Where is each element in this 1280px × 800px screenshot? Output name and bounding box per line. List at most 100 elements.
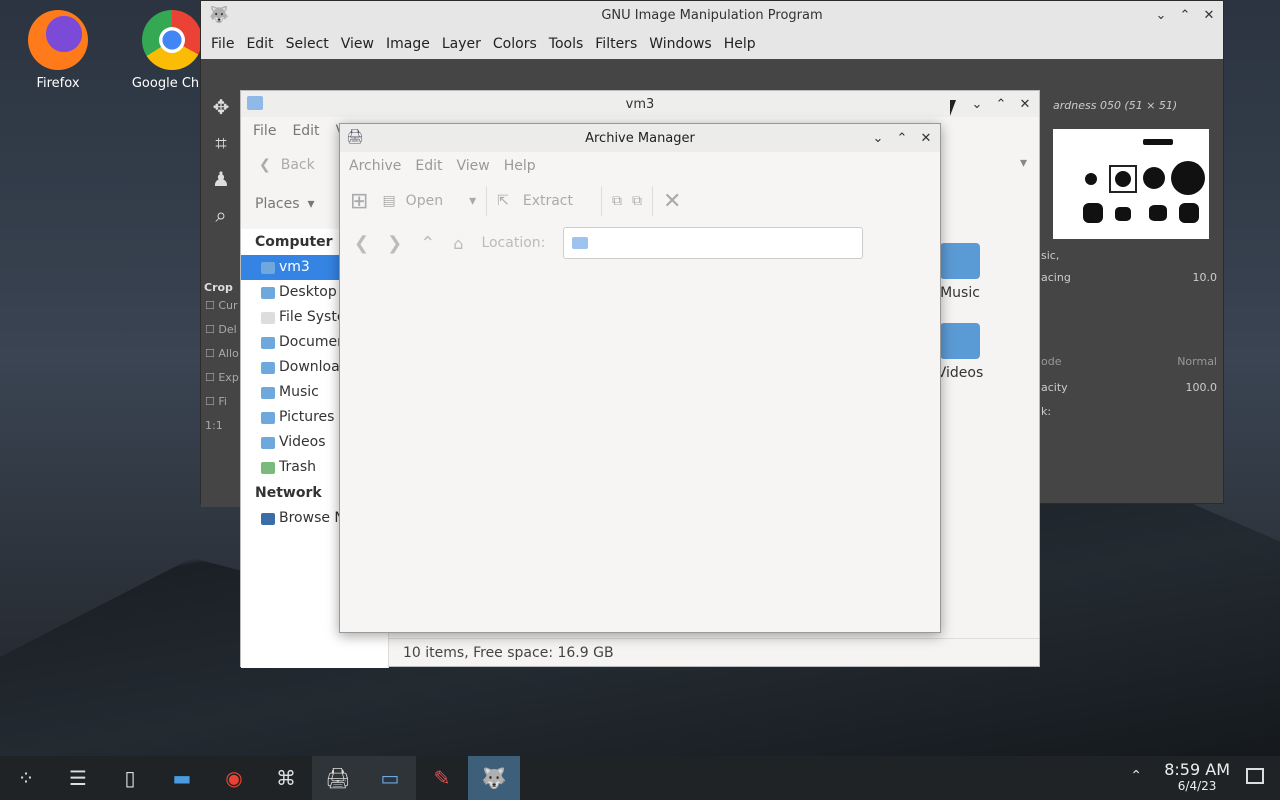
tool-option-label: Exp: [218, 371, 239, 384]
archive-manager-window: 🖨 Archive Manager ⌄ ⌃ ✕ Archive Edit Vie…: [339, 123, 941, 633]
archive-titlebar[interactable]: 🖨 Archive Manager ⌄ ⌃ ✕: [340, 124, 940, 152]
window-manager-icon[interactable]: ⌘: [260, 756, 312, 800]
minimize-icon[interactable]: ⌄: [1153, 8, 1169, 23]
network-icon: [261, 512, 275, 525]
chrome-icon[interactable]: ◉: [208, 756, 260, 800]
videos-folder-icon: [261, 436, 275, 449]
tool-option-label: Allo: [218, 347, 239, 360]
tool-option-3[interactable]: ☐ Allo: [205, 342, 241, 366]
brush-grid[interactable]: [1053, 129, 1209, 239]
chevron-up-icon[interactable]: ⌃: [1130, 768, 1142, 784]
menu-edit[interactable]: Edit: [408, 158, 449, 174]
location-input[interactable]: [563, 227, 864, 259]
menu-windows[interactable]: Windows: [643, 36, 718, 52]
menu-help[interactable]: Help: [718, 36, 762, 52]
brush-preset[interactable]: sic,: [1041, 249, 1059, 262]
aspect-ratio[interactable]: 1:1: [205, 414, 241, 438]
tool-option-2[interactable]: ☐ Del: [205, 318, 241, 342]
location-label: Location:: [481, 235, 546, 251]
clock[interactable]: 8:59 AM 6/4/23: [1164, 760, 1230, 793]
extract-button[interactable]: ⇱ Extract: [497, 193, 573, 209]
delete-icon[interactable]: ✕: [663, 189, 681, 214]
menu-edit[interactable]: Edit: [240, 36, 279, 52]
move-tool-icon[interactable]: ✥: [205, 91, 237, 123]
taskbar: ⁘ ☰ ▯ ▬ ◉ ⌘ 🖨 ▭ ✎ 🐺 ⌃ 8:59 AM 6/4/23: [0, 756, 1280, 800]
up-icon[interactable]: ⌃: [420, 233, 435, 254]
desktop-icon-firefox[interactable]: Firefox: [8, 10, 108, 91]
menu-help[interactable]: Help: [497, 158, 543, 174]
desktop-icon-label: Firefox: [36, 76, 80, 91]
chevron-down-icon[interactable]: ▾: [469, 193, 476, 209]
close-icon[interactable]: ✕: [1017, 97, 1033, 112]
menu-archive[interactable]: Archive: [342, 158, 408, 174]
gimp-icon: 🐺: [209, 5, 229, 24]
tool-option-4[interactable]: ☐ Exp: [205, 366, 241, 390]
gimp-titlebar[interactable]: 🐺 GNU Image Manipulation Program ⌄ ⌃ ✕: [201, 1, 1223, 29]
chevron-down-icon[interactable]: ▾: [1020, 155, 1027, 171]
archive-toolbar: ⊞ ▤ Open ▾ ⇱ Extract ⧉ ⧉ ✕: [340, 180, 940, 222]
add-folder-icon[interactable]: ⧉: [632, 193, 642, 209]
app-launcher-icon[interactable]: ⁘: [0, 756, 52, 800]
maximize-icon[interactable]: ⌃: [1177, 8, 1193, 23]
menu-image[interactable]: Image: [380, 36, 436, 52]
open-button[interactable]: ▤ Open ▾: [378, 193, 476, 209]
text-editor-icon[interactable]: ▯: [104, 756, 156, 800]
tool-option-label: Cur: [218, 299, 238, 312]
menu-tools[interactable]: Tools: [543, 36, 590, 52]
opacity-value[interactable]: 100.0: [1186, 381, 1218, 394]
menu-colors[interactable]: Colors: [487, 36, 543, 52]
menu-view[interactable]: View: [450, 158, 497, 174]
maximize-icon[interactable]: ⌃: [993, 97, 1009, 112]
forward-icon[interactable]: ❯: [387, 233, 402, 254]
documents-folder-icon: [261, 336, 275, 349]
tool-option-1[interactable]: ☐ Cur: [205, 294, 241, 318]
mouse-cursor: [950, 100, 956, 116]
add-files-icon[interactable]: ⧉: [612, 193, 622, 209]
maximize-icon[interactable]: ⌃: [894, 131, 910, 146]
drive-icon: [261, 311, 275, 324]
menu-file[interactable]: File: [205, 36, 240, 52]
gimp-toolbox: ✥ ⌗ ♟ ⌕ Crop ☐ Cur ☐ Del ☐ Allo ☐ Exp ☐ …: [201, 87, 241, 507]
sidebar-item-label: Documen: [279, 334, 347, 350]
home-icon[interactable]: ⌂: [453, 234, 463, 253]
close-icon[interactable]: ✕: [918, 131, 934, 146]
new-archive-icon[interactable]: ⊞: [350, 189, 368, 214]
archive-manager-icon[interactable]: 🖨: [312, 756, 364, 800]
files-titlebar[interactable]: vm3 ⌄ ⌃ ✕: [241, 91, 1039, 117]
downloads-folder-icon: [261, 361, 275, 374]
menu-edit[interactable]: Edit: [284, 123, 327, 139]
minimize-icon[interactable]: ⌄: [870, 131, 886, 146]
minimize-icon[interactable]: ⌄: [969, 97, 985, 112]
chevron-down-icon[interactable]: ▾: [308, 196, 315, 212]
zoom-tool-icon[interactable]: ⌕: [205, 199, 237, 231]
document-viewer-icon[interactable]: ✎: [416, 756, 468, 800]
menu-select[interactable]: Select: [280, 36, 335, 52]
layer-mode-select[interactable]: Normal: [1177, 355, 1217, 368]
menu-view[interactable]: View: [335, 36, 380, 52]
settings-icon[interactable]: ☰: [52, 756, 104, 800]
files-icon[interactable]: ▭: [364, 756, 416, 800]
window-title: vm3: [625, 96, 655, 112]
menu-file[interactable]: File: [245, 123, 284, 139]
menu-layer[interactable]: Layer: [436, 36, 487, 52]
tool-options-title: Crop: [204, 281, 233, 294]
archive-location-bar: ❮ ❯ ⌃ ⌂ Location:: [340, 222, 940, 264]
clone-tool-icon[interactable]: ♟: [205, 163, 237, 195]
back-icon[interactable]: ❮: [259, 157, 271, 173]
sidebar-item-label: Pictures: [279, 409, 335, 425]
pictures-folder-icon: [261, 411, 275, 424]
show-desktop-icon[interactable]: [1246, 768, 1264, 784]
file-manager-icon[interactable]: ▬: [156, 756, 208, 800]
back-icon[interactable]: ❮: [354, 233, 369, 254]
spacing-value[interactable]: 10.0: [1193, 271, 1218, 284]
window-title: Archive Manager: [585, 130, 695, 146]
tool-option-5[interactable]: ☐ Fi: [205, 390, 241, 414]
menu-filters[interactable]: Filters: [589, 36, 643, 52]
close-icon[interactable]: ✕: [1201, 8, 1217, 23]
opacity-label: acity: [1041, 381, 1068, 394]
music-folder-icon: [940, 243, 980, 279]
places-dropdown[interactable]: Places: [255, 196, 300, 212]
crop-tool-icon[interactable]: ⌗: [205, 127, 237, 159]
gimp-icon[interactable]: 🐺: [468, 756, 520, 800]
back-button[interactable]: Back: [281, 157, 315, 173]
